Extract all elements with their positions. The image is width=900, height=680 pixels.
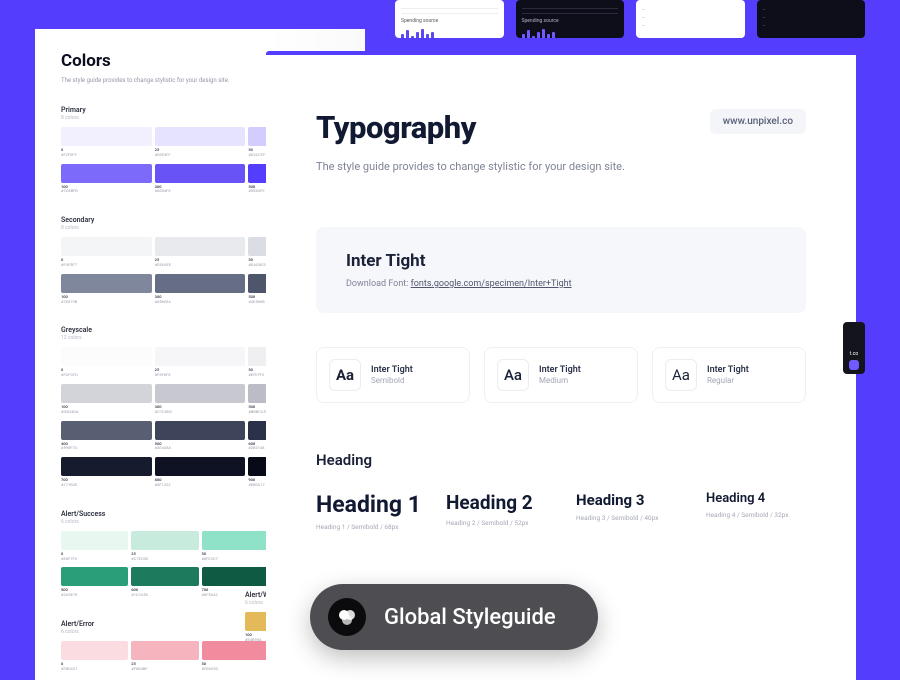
color-swatch[interactable]: 0#E8F7F0 <box>61 531 128 562</box>
font-download-box: Inter Tight Download Font: fonts.google.… <box>316 227 806 313</box>
color-swatch[interactable]: 300#C7C8D0 <box>155 384 246 415</box>
site-url-pill[interactable]: www.unpixel.co <box>710 109 806 134</box>
color-swatch[interactable]: 500#3E445A <box>155 421 246 452</box>
heading-sample: Heading 2 <box>446 491 546 514</box>
edge-badge-dot <box>849 360 859 370</box>
color-swatch[interactable]: 50#8FE2C7 <box>202 531 269 562</box>
color-swatch[interactable]: 100#7E879B <box>61 274 152 305</box>
color-swatch[interactable]: 300#656E84 <box>155 274 246 305</box>
global-styleguide-label: Global Styleguide <box>384 605 556 630</box>
color-swatch[interactable]: 25#F6B4BF <box>131 641 198 672</box>
color-swatch[interactable]: 0#FBDCE1 <box>61 641 128 672</box>
heading-meta: Heading 3 / Semibold / 40px <box>576 514 676 522</box>
font-name: Inter Tight <box>346 251 776 271</box>
typography-title: Typography <box>316 109 476 146</box>
typography-subtitle: The style guide provides to change styli… <box>316 160 806 173</box>
dashboard-card-form-light: ——— <box>636 0 745 38</box>
font-weight-value: Medium <box>539 376 581 385</box>
heading-sample: Heading 4 <box>706 491 806 506</box>
color-swatch[interactable]: 100#D3D4DA <box>61 384 152 415</box>
font-weight-name: Inter Tight <box>707 365 749 375</box>
font-weight-value: Semibold <box>371 376 413 385</box>
font-weight-name: Inter Tight <box>539 365 581 375</box>
heading-sample: Heading 3 <box>576 491 676 509</box>
color-swatch[interactable]: 100#7C6BFB <box>61 164 152 195</box>
color-swatch[interactable]: 300#6854F6 <box>155 164 246 195</box>
font-weight-name: Inter Tight <box>371 365 413 375</box>
color-swatch[interactable]: 0#F2F0FF <box>61 127 152 158</box>
font-weight-card[interactable]: Aa Inter Tight Medium <box>484 347 638 403</box>
heading-meta: Heading 1 / Semibold / 68px <box>316 523 416 531</box>
color-swatch[interactable]: 25#C7ECDE <box>131 531 198 562</box>
font-weight-row: Aa Inter Tight SemiboldAa Inter Tight Me… <box>316 347 806 403</box>
styleguide-icon <box>328 598 366 636</box>
font-weight-card[interactable]: Aa Inter Tight Semibold <box>316 347 470 403</box>
color-swatch[interactable]: 500#2A9E78 <box>61 567 128 598</box>
color-swatch[interactable]: 600#1D7A5C <box>131 567 198 598</box>
font-glyph: Aa <box>329 359 361 391</box>
font-glyph: Aa <box>665 359 697 391</box>
global-styleguide-pill[interactable]: Global Styleguide <box>310 584 598 650</box>
heading-sample-col: Heading 1 Heading 1 / Semibold / 68px <box>316 491 416 531</box>
font-download-line: Download Font: fonts.google.com/specimen… <box>346 279 776 289</box>
color-swatch[interactable]: 700#171B2E <box>61 457 152 488</box>
color-swatch[interactable]: 50#F08C9D <box>202 641 269 672</box>
heading-section-label: Heading <box>316 451 806 469</box>
dashboard-card-dark: Spending source <box>516 0 625 38</box>
color-swatch[interactable]: 25#F6F6F8 <box>155 347 246 378</box>
heading-meta: Heading 4 / Semibold / 32px <box>706 511 806 519</box>
color-swatch[interactable]: 0#FCFCFD <box>61 347 152 378</box>
heading-sample-col: Heading 3 Heading 3 / Semibold / 40px <box>576 491 676 522</box>
heading-sample-col: Heading 4 Heading 4 / Semibold / 32px <box>706 491 806 519</box>
color-swatch[interactable]: 25#E6E3FF <box>155 127 246 158</box>
dashboard-preview-strip: Spending source Spending source ——— ——— <box>395 0 865 38</box>
dashboard-label: Spending source <box>401 18 498 24</box>
color-swatch[interactable]: 800#0F1222 <box>155 457 246 488</box>
color-swatch[interactable]: 25#E8EAEE <box>155 237 246 268</box>
heading-sample: Heading 1 <box>316 491 416 518</box>
edge-badge: t.co <box>843 322 865 374</box>
font-glyph: Aa <box>497 359 529 391</box>
heading-sample-col: Heading 2 Heading 2 / Semibold / 52px <box>446 491 546 527</box>
font-download-link[interactable]: fonts.google.com/specimen/Inter+Tight <box>411 279 572 289</box>
font-weight-value: Regular <box>707 376 749 385</box>
edge-badge-text: t.co <box>850 351 858 357</box>
heading-section: Heading Heading 1 Heading 1 / Semibold /… <box>316 451 806 531</box>
dashboard-label: Spending source <box>522 18 619 24</box>
dashboard-card-light: Spending source <box>395 0 504 38</box>
color-swatch[interactable]: 0#F4F5F7 <box>61 237 152 268</box>
font-weight-card[interactable]: Aa Inter Tight Regular <box>652 347 806 403</box>
dashboard-card-form-dark: ——— <box>757 0 866 38</box>
font-download-label: Download Font: <box>346 279 408 289</box>
color-swatch[interactable]: 400#595F73 <box>61 421 152 452</box>
heading-meta: Heading 2 / Semibold / 52px <box>446 519 546 527</box>
